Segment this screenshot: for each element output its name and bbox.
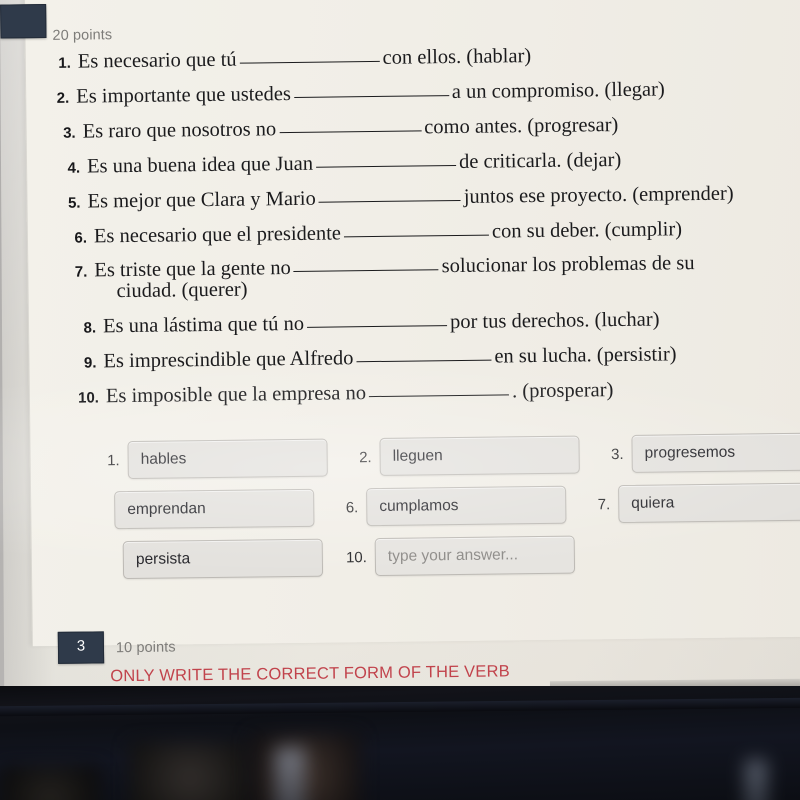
question-item: 9. Es imprescindible que Alfredo en su luc… bbox=[80, 343, 800, 373]
answer-input-5[interactable]: emprendan bbox=[114, 488, 315, 530]
blurred-shape bbox=[745, 760, 767, 800]
question-text-after-blank: solucionar los problemas de su bbox=[441, 252, 695, 278]
blurred-shape bbox=[130, 742, 250, 800]
answer-cell: 5. emprendan bbox=[80, 488, 315, 530]
points-label-bottom: 10 points bbox=[115, 639, 176, 657]
question-text-before-blank: Es necesario que tú bbox=[77, 48, 237, 73]
question-number: 4. bbox=[67, 159, 81, 177]
question-text-after-blank: como antes. (progresar) bbox=[424, 113, 619, 139]
answer-input-grid: 1. hables 2. lleguen 3. progresemos 4. c bbox=[69, 426, 800, 586]
question-text-before-blank: Es raro que nosotros no bbox=[82, 118, 277, 143]
question-list: 1. Es necesario que tú con ellos. (hablar)… bbox=[25, 43, 800, 423]
answer-input-9[interactable]: persista bbox=[122, 538, 324, 580]
answer-index-label: 1. bbox=[107, 451, 120, 469]
question-number: 8. bbox=[83, 319, 97, 337]
question-item: 4. Es una buena idea que Juan de criticarl… bbox=[64, 147, 800, 178]
answer-input-6[interactable]: cumplamos bbox=[366, 485, 567, 527]
question-text-before-blank: Es mejor que Clara y Mario bbox=[87, 187, 316, 213]
question-text-before-blank: Es necesario que el presidente bbox=[93, 221, 342, 247]
question-item: 7. Es triste que la gente no solucionar lo… bbox=[71, 252, 800, 303]
question-number-badge-bottom: 3 bbox=[57, 631, 105, 664]
answer-blank-line bbox=[318, 199, 461, 203]
question-number: 9. bbox=[83, 354, 97, 372]
answer-cell: 3. progresemos bbox=[597, 432, 800, 473]
question-item: 2. Es importante que ustedes a un compromi… bbox=[53, 78, 800, 108]
question-text-after-blank: de criticarla. (dejar) bbox=[458, 148, 622, 173]
answer-row: 9. persista 10. type your answer... bbox=[89, 526, 800, 586]
question-text-before-blank: Es una buena idea que Juan bbox=[86, 152, 314, 178]
question-number-badge-top bbox=[0, 4, 47, 39]
question-item: 3. Es raro que nosotros no como antes. (pr… bbox=[60, 112, 800, 143]
quiz-card: 20 points 1. Es necesario que tú con ellos… bbox=[0, 0, 800, 685]
question-text-after-blank: en su lucha. (persistir) bbox=[494, 343, 677, 368]
blurred-shape bbox=[250, 734, 360, 800]
question-text-after-blank: juntos ese proyecto. (emprender) bbox=[463, 182, 734, 208]
question-number: 5. bbox=[67, 194, 81, 212]
question-number: 1. bbox=[58, 54, 71, 72]
question-number: 2. bbox=[56, 89, 70, 107]
answer-cell: 1. hables bbox=[93, 438, 328, 480]
question-text-before-blank: Es importante que ustedes bbox=[76, 82, 291, 108]
answer-input-2[interactable]: lleguen bbox=[379, 435, 580, 476]
answer-blank-line bbox=[279, 130, 422, 133]
photo-background: 20 points 1. Es necesario que tú con ellos… bbox=[0, 0, 800, 800]
answer-blank-line bbox=[316, 164, 457, 168]
answer-input-3[interactable]: progresemos bbox=[631, 432, 800, 473]
question-text-before-blank: Es imposible que la empresa no bbox=[105, 382, 367, 408]
answer-row: 5. emprendan 6. cumplamos 7. quiera 8. l… bbox=[80, 476, 800, 536]
blurred-shape bbox=[275, 748, 305, 800]
question-text-after-blank: con ellos. (hablar) bbox=[382, 45, 532, 69]
question-number: 10. bbox=[77, 389, 100, 407]
question-text-before-blank: Es una lástima que tú no bbox=[102, 313, 305, 338]
answer-blank-line bbox=[356, 359, 492, 363]
question-number: 7. bbox=[74, 263, 88, 282]
answer-blank-line bbox=[369, 394, 510, 398]
answer-cell: 2. lleguen bbox=[345, 435, 580, 477]
question-number: 3. bbox=[63, 124, 76, 142]
answer-row: 1. hables 2. lleguen 3. progresemos 4. c bbox=[93, 426, 800, 486]
answer-cell: 7. quiera bbox=[584, 482, 800, 524]
question-text-after-blank: . (prosperar) bbox=[511, 379, 614, 403]
answer-index-label: 6. bbox=[345, 498, 359, 516]
answer-index-label: 2. bbox=[359, 448, 372, 466]
answer-blank-line bbox=[343, 234, 489, 237]
screen-bezel bbox=[0, 697, 800, 717]
answer-index-label: 7. bbox=[597, 495, 611, 513]
answer-index-label: 10. bbox=[345, 548, 367, 566]
answer-cell: 6. cumplamos bbox=[332, 485, 567, 527]
answer-cell: 10. type your answer... bbox=[341, 535, 576, 577]
question-item: 8. Es una lástima que tú no por tus derech… bbox=[80, 308, 800, 338]
question-text-before-blank: Es triste que la gente no bbox=[94, 257, 291, 282]
next-question-section: 3 10 points ONLY WRITE THE CORRECT FORM … bbox=[57, 622, 800, 685]
screen-surface: 20 points 1. Es necesario que tú con ellos… bbox=[0, 0, 800, 692]
instruction-text: ONLY WRITE THE CORRECT FORM OF THE VERB bbox=[110, 662, 510, 686]
answer-input-1[interactable]: hables bbox=[127, 438, 328, 480]
question-number: 6. bbox=[74, 229, 88, 247]
answer-blank-line bbox=[307, 325, 448, 329]
question-text-after-blank: a un compromiso. (llegar) bbox=[451, 78, 665, 103]
answer-cell: 9. persista bbox=[89, 538, 324, 580]
answer-blank-line bbox=[293, 269, 439, 273]
answer-input-7[interactable]: quiera bbox=[618, 482, 800, 524]
answer-index-label: 3. bbox=[611, 445, 624, 463]
blurred-shape bbox=[0, 766, 100, 800]
question-text-before-blank: Es imprescindible que Alfredo bbox=[103, 347, 354, 373]
question-item: 6. Es necesario que el presidente con su d… bbox=[71, 217, 800, 247]
question-text-after-blank: por tus derechos. (luchar) bbox=[449, 308, 660, 334]
answer-input-10[interactable]: type your answer... bbox=[374, 535, 576, 577]
question-item: 5. Es mejor que Clara y Mario juntos ese p… bbox=[64, 182, 800, 212]
question-item: 1. Es necesario que tú con ellos. (hablar) bbox=[55, 43, 800, 73]
points-label-top: 20 points bbox=[52, 27, 113, 44]
question-item: 10. Es imposible que la empresa no . (pros… bbox=[75, 378, 800, 408]
dark-foreground-area bbox=[0, 686, 800, 800]
answer-blank-line bbox=[239, 60, 380, 64]
question-text-after-blank: con su deber. (cumplir) bbox=[491, 217, 683, 243]
answer-blank-line bbox=[293, 94, 449, 98]
